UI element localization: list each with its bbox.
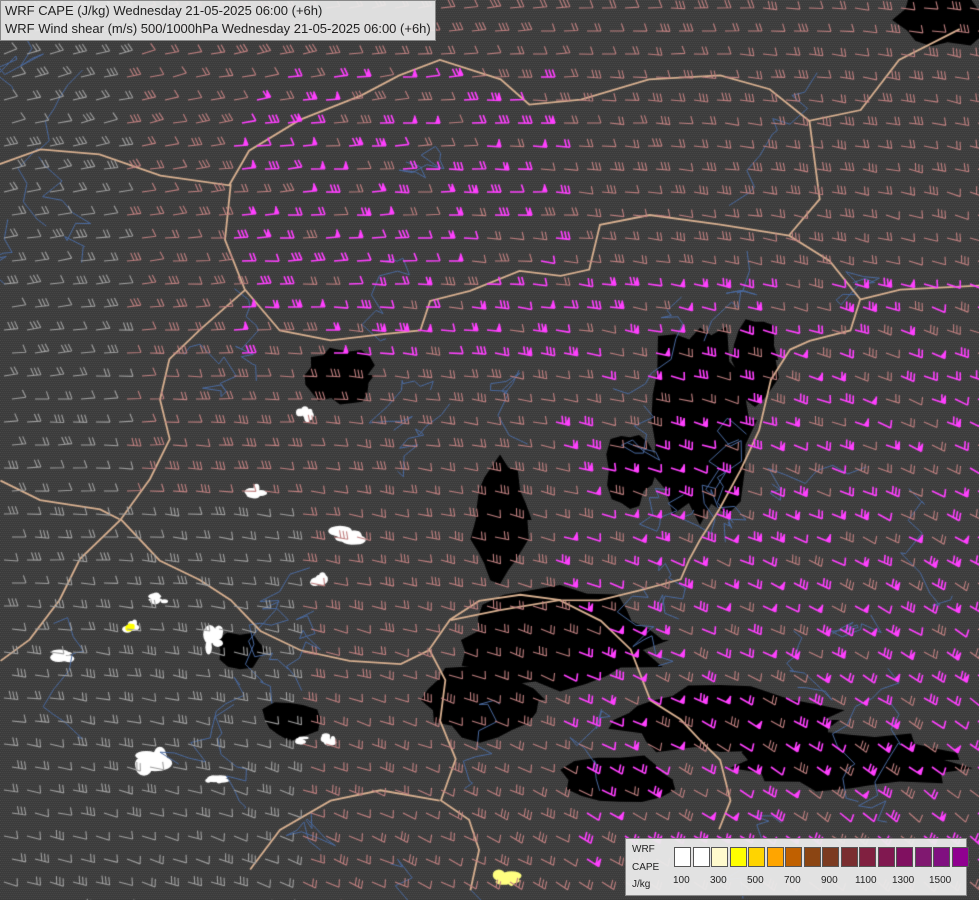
legend-tick-label: 1500: [929, 875, 952, 886]
legend-swatch: [748, 847, 765, 867]
legend-swatch: [840, 847, 858, 867]
legend-swatch: [877, 847, 895, 867]
legend-swatch: [766, 847, 784, 867]
legend-tick-label: 900: [821, 875, 838, 886]
legend-tick-label: 1100: [855, 875, 877, 886]
legend-swatch: [933, 847, 950, 867]
legend-swatch: [674, 847, 691, 867]
legend-tick-label: 100: [673, 875, 690, 886]
legend-tick-label: 700: [784, 875, 801, 886]
legend-swatch: [692, 847, 710, 867]
legend-swatch: [803, 847, 821, 867]
legend-swatch: [914, 847, 932, 867]
legend-swatch: [729, 847, 747, 867]
map-title-box: WRF CAPE (J/kg) Wednesday 21-05-2025 06:…: [0, 0, 436, 41]
title-cape: WRF CAPE (J/kg) Wednesday 21-05-2025 06:…: [5, 3, 323, 18]
legend-swatch: [711, 847, 728, 867]
cape-legend: WRF CAPE J/kg 100 300 500 700 900 1100 1300 150…: [625, 838, 969, 896]
legend-swatch: [859, 847, 876, 867]
legend-label-unit: J/kg: [632, 879, 651, 890]
legend-swatch: [951, 847, 969, 867]
legend-swatch: [785, 847, 802, 867]
legend-tick-label: 500: [747, 875, 764, 886]
legend-tick-label: 1300: [892, 875, 915, 886]
legend-label-cape: CAPE: [632, 862, 660, 873]
weather-map[interactable]: [0, 0, 979, 900]
legend-tick-label: 300: [710, 875, 727, 886]
legend-label-wrf: WRF: [632, 844, 655, 855]
legend-swatch: [896, 847, 913, 867]
legend-swatch: [822, 847, 839, 867]
title-wind-shear: WRF Wind shear (m/s) 500/1000hPa Wednesd…: [5, 21, 431, 36]
